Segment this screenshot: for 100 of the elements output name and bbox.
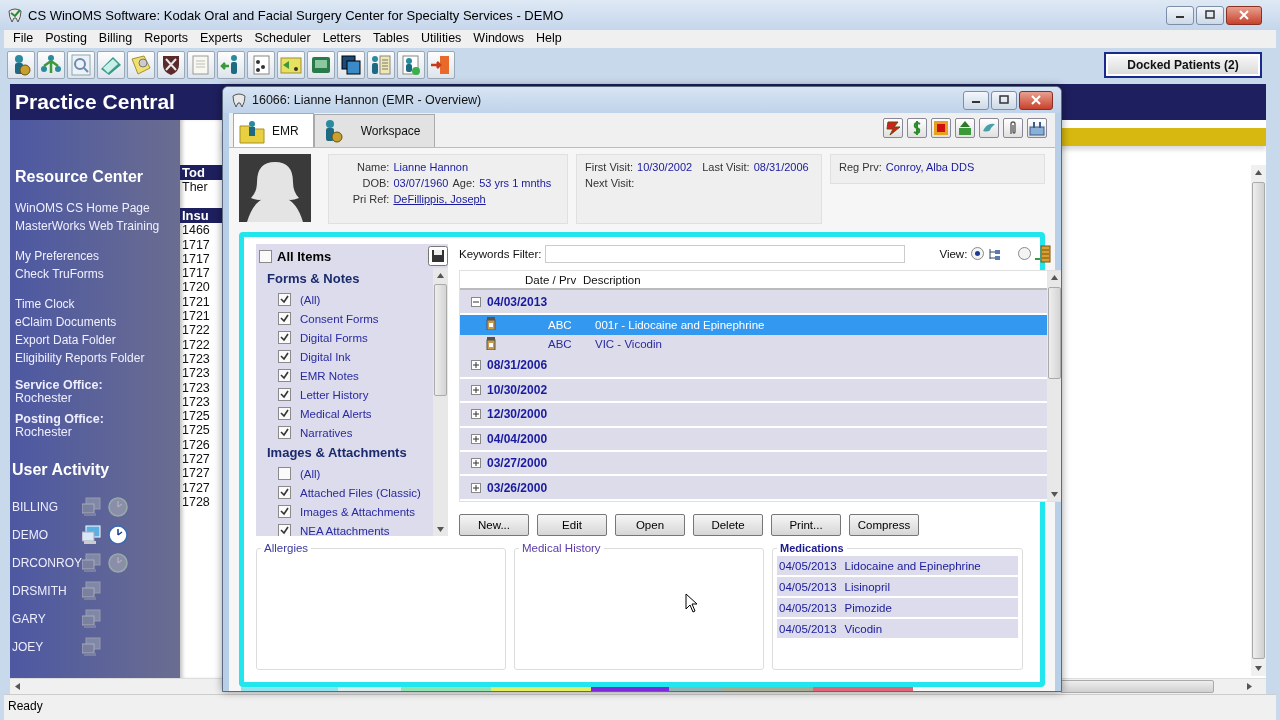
- checkbox[interactable]: [278, 426, 291, 439]
- scroll-right-icon[interactable]: [1244, 682, 1254, 691]
- expand-icon[interactable]: [471, 458, 481, 469]
- checkbox[interactable]: [278, 407, 291, 420]
- table-cell-text: 1728: [181, 494, 211, 510]
- menu-item[interactable]: Letters: [316, 30, 367, 45]
- menu-item[interactable]: File: [7, 30, 40, 45]
- checkbox[interactable]: [278, 331, 291, 344]
- action-button[interactable]: Edit: [537, 514, 607, 536]
- action-button[interactable]: Compress: [849, 514, 919, 536]
- bottle-icon: [486, 317, 496, 331]
- action-button[interactable]: Open: [615, 514, 685, 536]
- date-group[interactable]: 03/27/2000: [487, 456, 548, 471]
- color-tab[interactable]: [591, 687, 669, 691]
- checkbox[interactable]: [278, 505, 291, 518]
- scroll-up-icon[interactable]: [1050, 273, 1060, 283]
- record-row[interactable]: ABC VIC - Vicodin: [460, 334, 1048, 355]
- checkbox[interactable]: [278, 388, 291, 401]
- scroll-up-icon[interactable]: [436, 270, 445, 280]
- action-button[interactable]: Delete: [693, 514, 763, 536]
- keywords-field[interactable]: [545, 244, 906, 263]
- expand-icon[interactable]: [471, 360, 481, 371]
- menu-item[interactable]: Posting: [39, 30, 93, 45]
- expand-icon[interactable]: [471, 433, 481, 444]
- checkbox[interactable]: [278, 350, 291, 363]
- tab[interactable]: Workspace: [313, 114, 436, 147]
- resource-link[interactable]: My Preferences: [15, 247, 177, 265]
- menu-item[interactable]: Experts: [194, 30, 249, 45]
- scrollbar-thumb[interactable]: [1048, 286, 1061, 379]
- table-cell-text: 1723: [181, 394, 211, 410]
- toolbar-button[interactable]: [247, 51, 275, 79]
- column-header[interactable]: Description: [583, 273, 641, 286]
- date-group[interactable]: 10/30/2002: [487, 382, 548, 397]
- toolbar-button[interactable]: [883, 118, 903, 138]
- color-tab[interactable]: [669, 687, 721, 691]
- toolbar-button[interactable]: [1027, 118, 1047, 138]
- menu-item[interactable]: Utilities: [415, 30, 468, 45]
- color-tab[interactable]: [491, 687, 591, 691]
- resource-link[interactable]: MasterWorks Web Training: [15, 217, 177, 235]
- date-group[interactable]: 08/31/2006: [487, 358, 548, 373]
- scrollbar-thumb[interactable]: [1252, 182, 1265, 659]
- resource-link[interactable]: Time Clock: [15, 295, 177, 313]
- color-tab[interactable]: [721, 687, 813, 691]
- minimize-button[interactable]: [1166, 5, 1194, 25]
- color-tab[interactable]: [813, 687, 913, 691]
- minimize-button[interactable]: [963, 90, 989, 110]
- resource-link[interactable]: Eligibility Reports Folder: [15, 349, 177, 367]
- checkbox[interactable]: [259, 249, 272, 263]
- scroll-down-icon[interactable]: [436, 524, 445, 534]
- scrollbar-thumb[interactable]: [434, 284, 447, 396]
- maximize-button[interactable]: [1196, 5, 1224, 25]
- date-group[interactable]: 04/03/2013: [487, 294, 548, 309]
- checkbox[interactable]: [278, 312, 291, 325]
- color-tab[interactable]: [338, 687, 401, 691]
- action-button[interactable]: New...: [459, 514, 529, 536]
- date-group[interactable]: 04/04/2000: [487, 431, 548, 446]
- checkbox[interactable]: [278, 524, 291, 536]
- checkbox[interactable]: [278, 486, 291, 499]
- expand-icon[interactable]: [471, 384, 481, 395]
- resource-link[interactable]: Check TruForms: [15, 265, 177, 283]
- toolbar-button[interactable]: [397, 51, 425, 79]
- referrer-link[interactable]: DeFillippis, Joseph: [393, 193, 486, 205]
- note-icon: [129, 53, 153, 77]
- close-button[interactable]: [1226, 5, 1262, 25]
- checkbox[interactable]: [278, 467, 291, 480]
- group-heading: Images & Attachments: [267, 444, 408, 462]
- collapse-icon[interactable]: [471, 296, 481, 307]
- column-header[interactable]: Date / Prv: [525, 273, 583, 286]
- resource-link[interactable]: Export Data Folder: [15, 331, 177, 349]
- scroll-down-icon[interactable]: [1254, 664, 1263, 673]
- docked-patients-button[interactable]: Docked Patients (2): [1104, 52, 1262, 78]
- checkbox[interactable]: [278, 369, 291, 382]
- color-tab[interactable]: [241, 687, 338, 691]
- radio-button[interactable]: [1018, 247, 1032, 261]
- save-icon[interactable]: [428, 246, 448, 266]
- scroll-down-icon[interactable]: [1050, 489, 1060, 499]
- menu-item[interactable]: Billing: [92, 30, 139, 45]
- close-button[interactable]: [1019, 90, 1053, 110]
- toolbar-button[interactable]: [157, 51, 185, 79]
- scrollbar-thumb[interactable]: [1060, 680, 1214, 693]
- action-button[interactable]: Print...: [771, 514, 841, 536]
- expand-icon[interactable]: [471, 482, 481, 493]
- date-group[interactable]: 03/26/2000: [487, 480, 548, 495]
- tab[interactable]: EMR: [233, 113, 314, 147]
- color-tab[interactable]: [401, 687, 491, 691]
- menu-item[interactable]: Tables: [366, 30, 416, 45]
- menu-item[interactable]: Help: [530, 30, 568, 45]
- menu-item[interactable]: Scheduler: [248, 30, 317, 45]
- menu-item[interactable]: Reports: [138, 30, 194, 45]
- expand-icon[interactable]: [471, 409, 481, 420]
- toolbar-button[interactable]: [337, 51, 365, 79]
- scroll-up-icon[interactable]: [1254, 168, 1263, 177]
- resource-link[interactable]: WinOMS CS Home Page: [15, 199, 177, 217]
- radio-button[interactable]: [971, 247, 985, 261]
- menu-item[interactable]: Windows: [467, 30, 531, 45]
- date-group[interactable]: 12/30/2000: [487, 407, 548, 422]
- maximize-button[interactable]: [991, 90, 1017, 110]
- checkbox[interactable]: [278, 293, 291, 306]
- resource-link[interactable]: eClaim Documents: [15, 313, 177, 331]
- scroll-left-icon[interactable]: [12, 682, 22, 691]
